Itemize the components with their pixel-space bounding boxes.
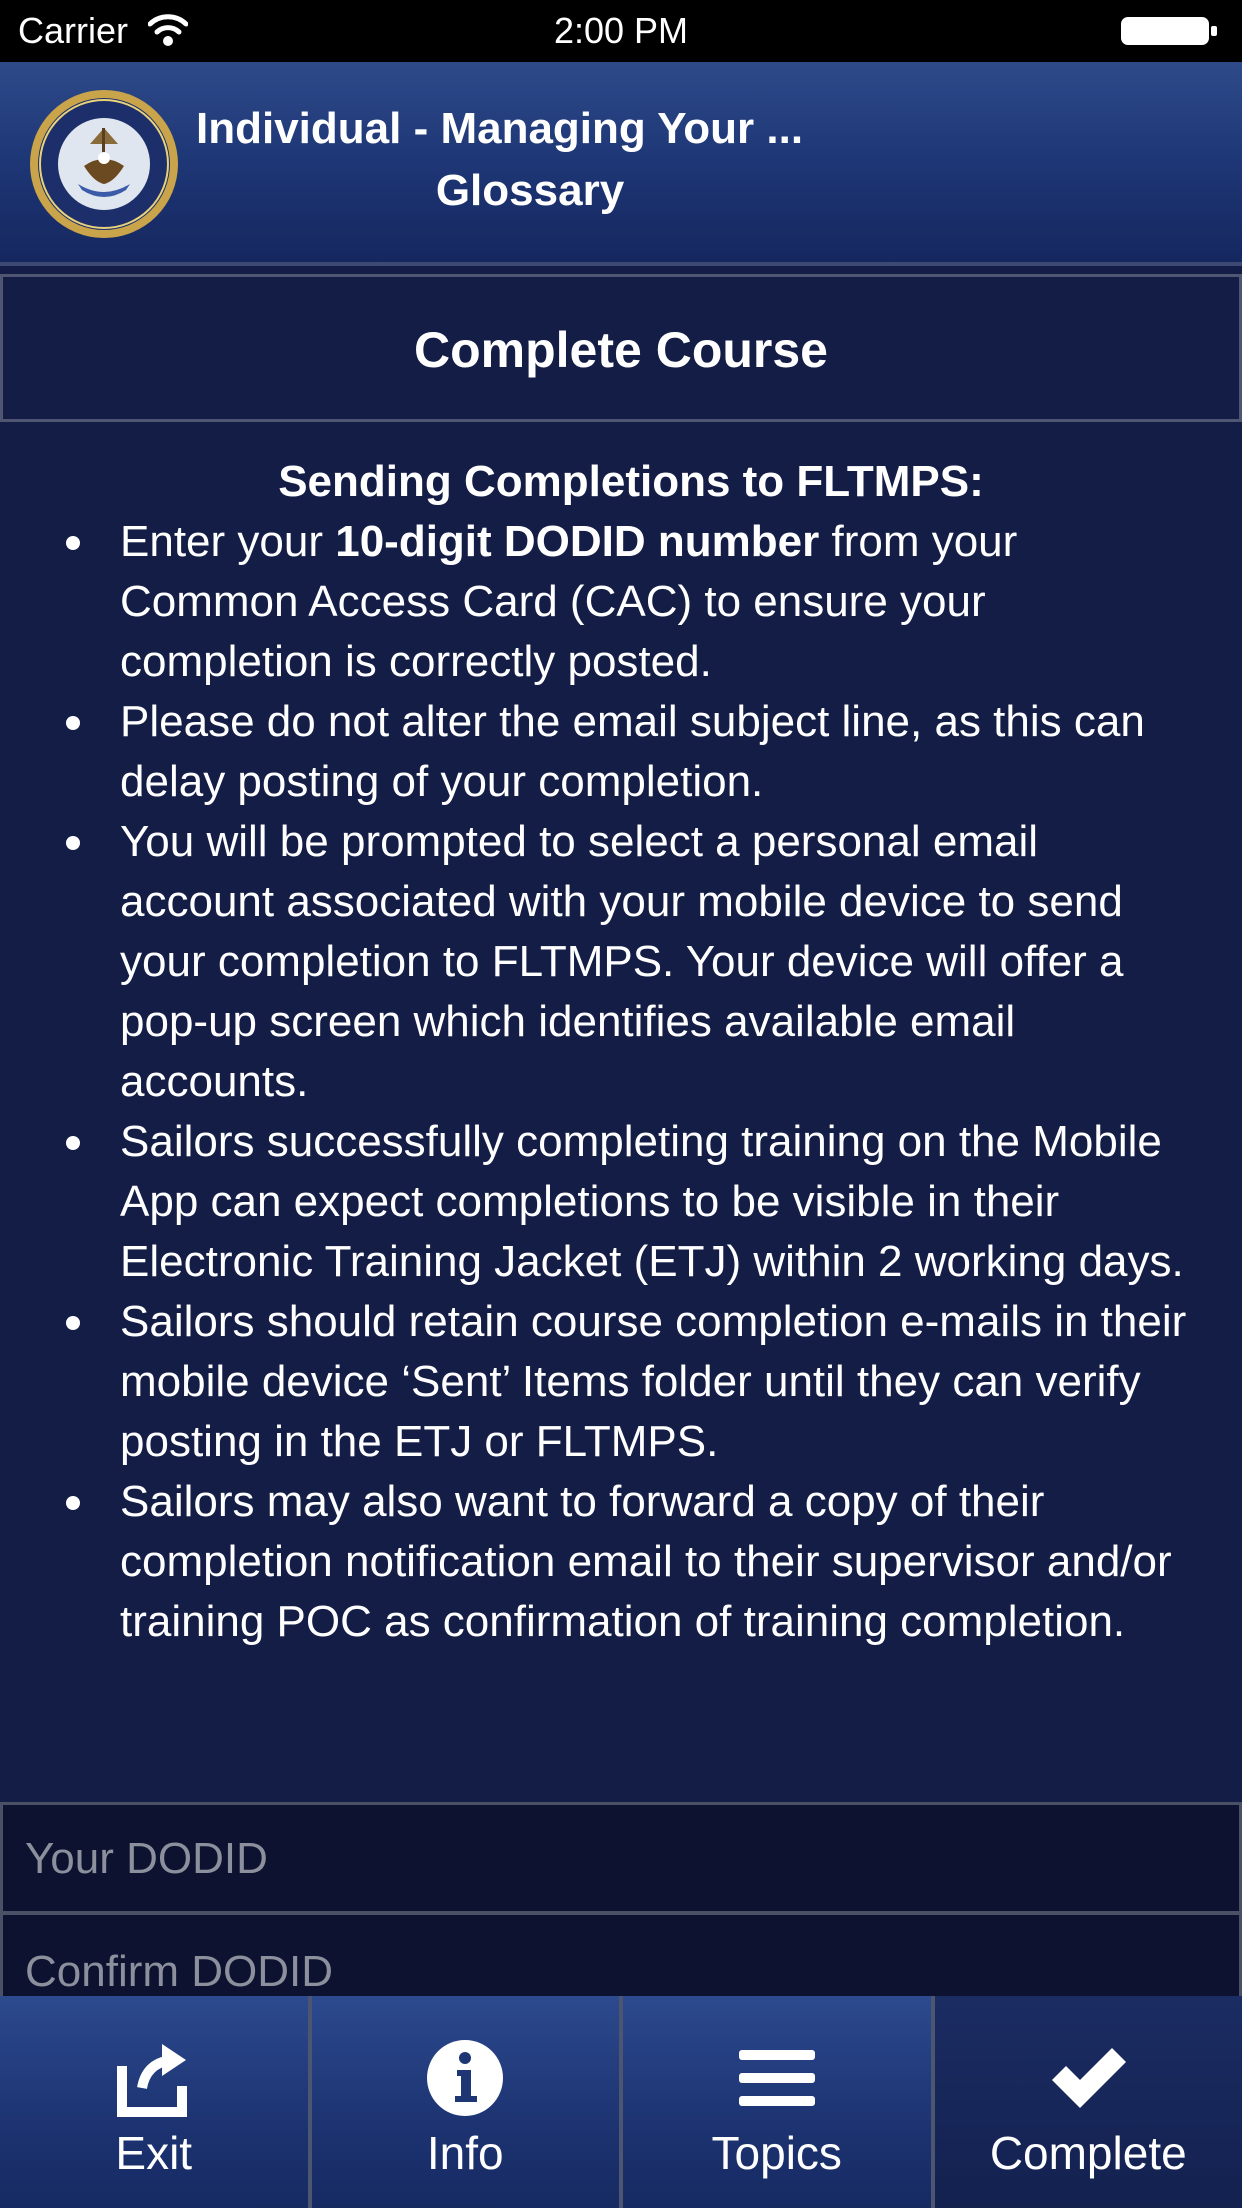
list-item: Sailors successfully completing training…	[0, 1112, 1242, 1292]
status-time: 2:00 PM	[553, 10, 689, 51]
header-title: Individual - Managing Your ...	[196, 104, 804, 153]
exit-tab[interactable]: Exit	[0, 1996, 312, 2208]
bullet-icon	[66, 1496, 80, 1510]
confirm-dodid-field	[0, 1912, 1242, 2029]
instructions-panel: Sending Completions to FLTMPS: Enter you…	[0, 452, 1242, 1652]
complete-tab-label: Complete	[989, 2127, 1187, 2179]
instructions-list: Enter your 10-digit DODID number from yo…	[0, 512, 1242, 1652]
list-item: Sailors should retain course completion …	[0, 1292, 1242, 1472]
bullet-icon	[66, 1136, 80, 1150]
topics-tab-label: Topics	[711, 2127, 842, 2179]
checkmark-icon	[1052, 2048, 1127, 2108]
bullet-text: Sailors should retain course completion …	[120, 1297, 1187, 1466]
dodid-input[interactable]	[23, 1805, 1207, 1913]
instructions-heading: Sending Completions to FLTMPS:	[278, 457, 984, 506]
banner-title: Complete Course	[414, 322, 828, 378]
header-subtitle: Glossary	[435, 166, 625, 215]
info-tab[interactable]: Info	[311, 1996, 623, 2208]
list-item: Sailors may also want to forward a copy …	[0, 1472, 1242, 1652]
complete-course-banner: Complete Course	[0, 274, 1242, 422]
info-icon	[427, 2040, 504, 2116]
complete-tab[interactable]: Complete	[934, 1996, 1242, 2208]
info-tab-label: Info	[426, 2127, 504, 2179]
bullet-text: Please do not alter the email subject li…	[120, 697, 1145, 806]
app-header: Individual - Managing Your ... Glossary	[0, 62, 1242, 266]
bullet-text: You will be prompted to select a persona…	[120, 817, 1124, 1106]
bullet-bold-text: 10-digit DODID number	[335, 517, 820, 566]
menu-icon	[738, 2050, 815, 2106]
dodid-field	[0, 1802, 1242, 1914]
bottom-tab-bar: Exit Info Topics Complete	[0, 1996, 1242, 2208]
bullet-text: Sailors successfully completing training…	[120, 1117, 1184, 1286]
navy-seal-icon	[30, 90, 178, 238]
bullet-icon	[66, 1316, 80, 1330]
bullet-text: Sailors may also want to forward a copy …	[120, 1477, 1172, 1646]
list-item: You will be prompted to select a persona…	[0, 812, 1242, 1112]
exit-icon	[116, 2044, 187, 2117]
bullet-text: Enter your	[120, 517, 336, 566]
list-item: Please do not alter the email subject li…	[0, 692, 1242, 812]
bullet-icon	[66, 536, 80, 550]
battery-icon	[1121, 17, 1217, 45]
bullet-icon	[66, 716, 80, 730]
list-item: Enter your 10-digit DODID number from yo…	[0, 512, 1242, 692]
topics-tab[interactable]: Topics	[623, 1996, 935, 2208]
bullet-icon	[66, 836, 80, 850]
status-bar: Carrier 2:00 PM	[0, 0, 1242, 62]
exit-tab-label: Exit	[115, 2127, 193, 2179]
